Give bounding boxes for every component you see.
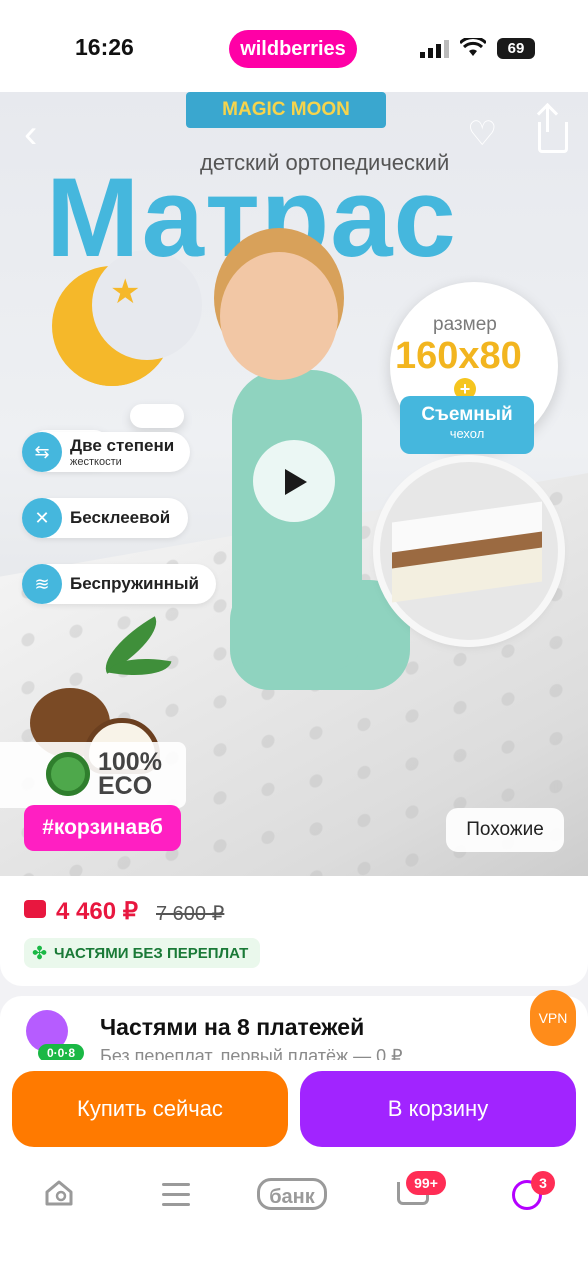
- signal-icon: [420, 40, 449, 58]
- brand-logo[interactable]: wildberries: [229, 30, 357, 68]
- feature-firmness: ⇆ Две степени жесткости: [22, 432, 190, 472]
- installments-badge-label: ЧАСТЯМИ БЕЗ ПЕРЕПЛАТ: [54, 945, 249, 962]
- catalog-menu-icon[interactable]: [162, 1183, 190, 1206]
- battery-indicator: 69: [497, 38, 535, 59]
- eco-leaf-icon: [46, 752, 90, 796]
- cover-subtitle: чехол: [449, 426, 485, 441]
- product-title: Матрас: [46, 155, 457, 280]
- old-price: 7 600 ₽: [156, 903, 225, 925]
- share-icon[interactable]: [538, 122, 568, 153]
- heart-icon[interactable]: ♡: [467, 114, 497, 154]
- vpn-button[interactable]: VPN: [530, 990, 576, 1046]
- play-icon: [285, 469, 307, 495]
- current-price: 4 460 ₽: [56, 898, 138, 925]
- bank-tab[interactable]: банк: [257, 1178, 327, 1210]
- cover-title: Съемный: [421, 404, 513, 425]
- spring-icon: ≋: [22, 564, 62, 604]
- cloud-decoration: [130, 404, 184, 428]
- installments-title: Частями на 8 платежей: [100, 1014, 365, 1040]
- cart-count-badge: 99+: [406, 1171, 446, 1195]
- feature-glueless: ✕ Бесклеевой: [22, 498, 188, 538]
- cover-badge: Съемный чехол: [400, 396, 534, 454]
- eco-label: ECO: [98, 772, 153, 800]
- eco-percent: 100%: [98, 748, 162, 776]
- hashtag-badge[interactable]: #корзинавб: [24, 805, 181, 851]
- similar-button[interactable]: Похожие: [446, 808, 564, 852]
- price-card: [0, 876, 588, 986]
- clover-icon: ✤: [32, 943, 48, 963]
- profile-count-badge: 3: [531, 1171, 555, 1195]
- add-to-cart-button[interactable]: В корзину: [300, 1071, 576, 1147]
- wallet-icon: [24, 900, 46, 918]
- wifi-icon: [460, 38, 486, 56]
- size-label: размер: [433, 314, 497, 335]
- status-time: 16:26: [75, 34, 134, 60]
- home-icon[interactable]: [44, 1180, 74, 1206]
- size-value: 160x80: [395, 335, 522, 377]
- back-icon[interactable]: ‹: [24, 112, 37, 157]
- brand-banner: MAGIC MOON: [186, 92, 386, 128]
- tab-bar: [0, 1156, 588, 1280]
- feature-springless: ≋ Беспружинный: [22, 564, 216, 604]
- buy-now-button[interactable]: Купить сейчас: [12, 1071, 288, 1147]
- product-gallery[interactable]: ★ MAGIC MOON детский ортопедический Матр…: [0, 92, 588, 876]
- glue-icon: ✕: [22, 498, 62, 538]
- firmness-icon: ⇆: [22, 432, 62, 472]
